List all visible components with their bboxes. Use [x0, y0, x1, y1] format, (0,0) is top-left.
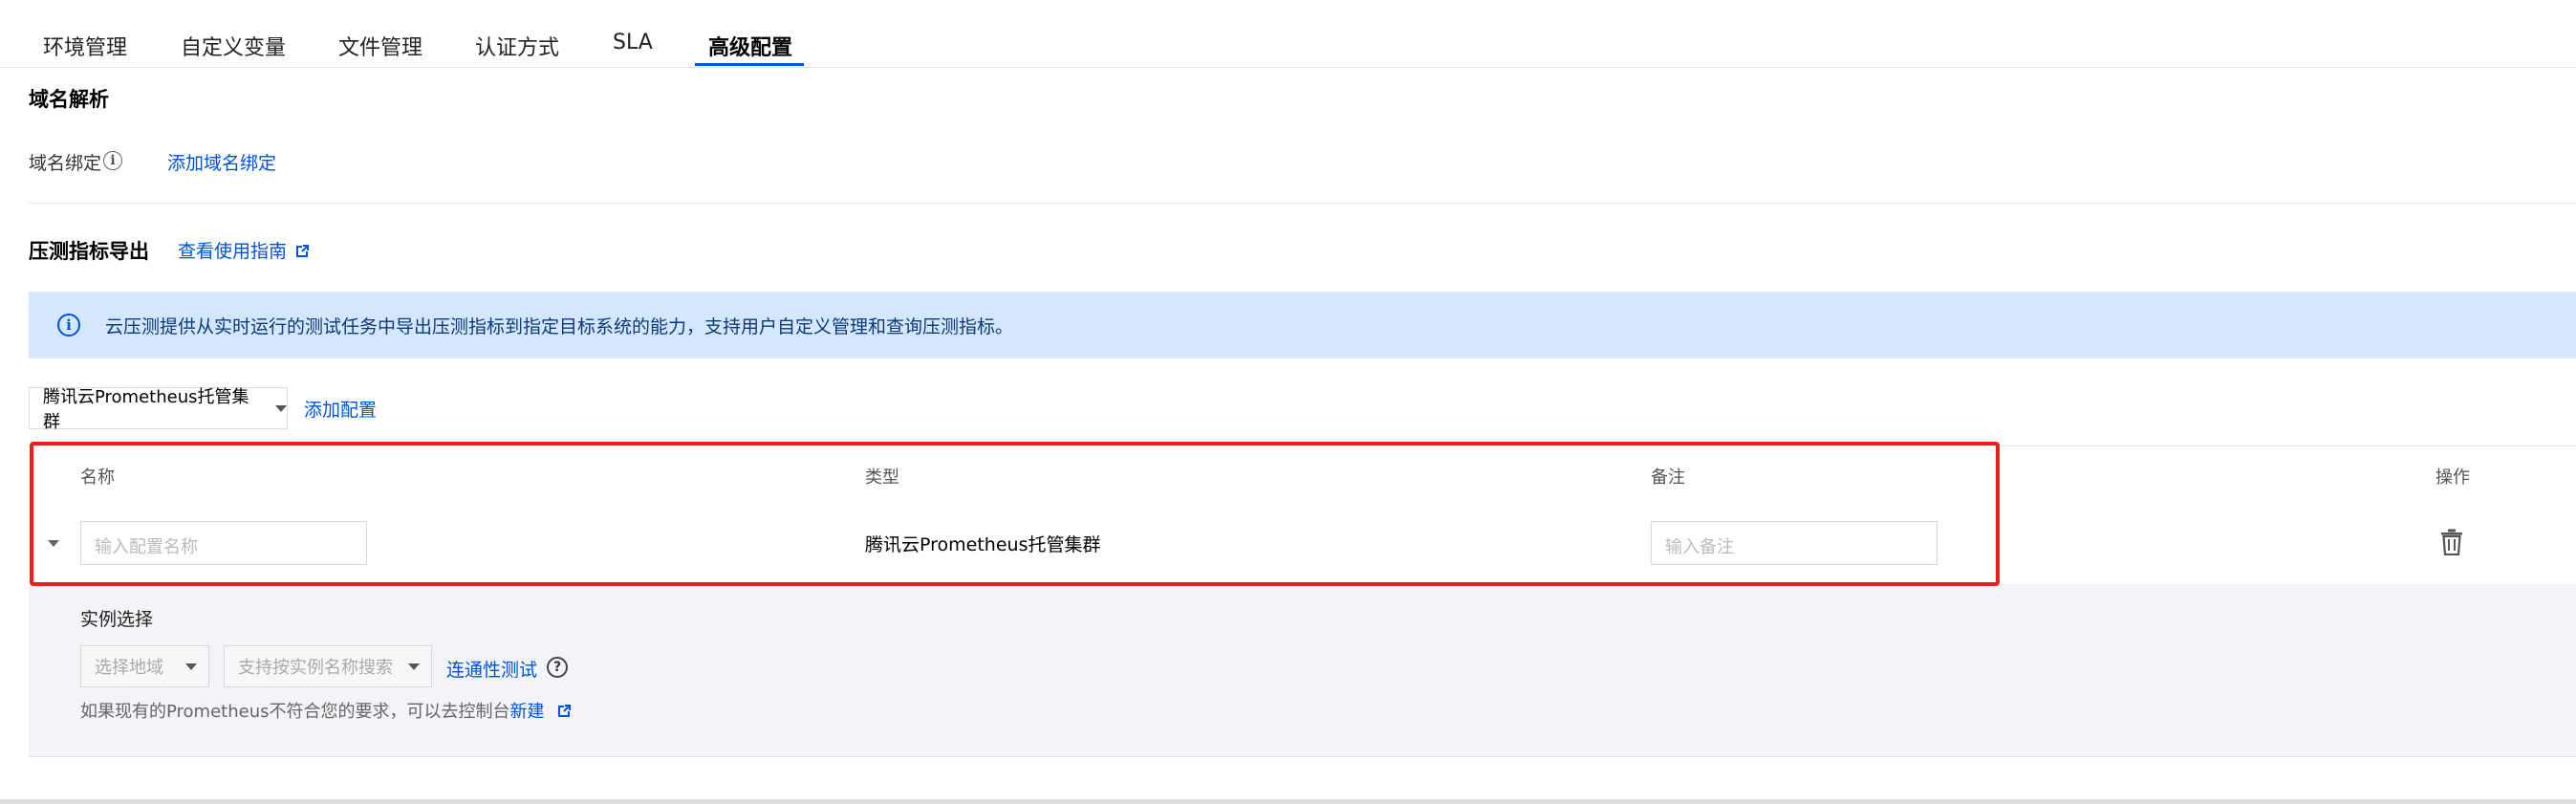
- instance-search-select[interactable]: 支持按实例名称搜索: [224, 645, 432, 687]
- usage-guide-label: 查看使用指南: [178, 241, 288, 262]
- column-header-name: 名称: [80, 467, 115, 488]
- add-domain-binding-link[interactable]: 添加域名绑定: [167, 149, 276, 175]
- alert-message: 云压测提供从实时运行的测试任务中导出压测指标到指定目标系统的能力，支持用户自定义…: [105, 316, 1014, 337]
- tab-auth-method[interactable]: 认证方式: [475, 31, 559, 61]
- note-input[interactable]: 输入备注: [1651, 521, 1937, 565]
- tab-env-management[interactable]: 环境管理: [43, 31, 127, 61]
- caret-down-icon: [185, 663, 197, 670]
- external-link-icon[interactable]: [556, 704, 572, 719]
- domain-binding-label: 域名绑定: [29, 153, 102, 174]
- metrics-export-title: 压测指标导出: [29, 240, 149, 263]
- region-select[interactable]: 选择地域: [80, 645, 209, 687]
- region-placeholder: 选择地域: [95, 658, 163, 678]
- caret-down-icon: [275, 404, 287, 412]
- row-type-value: 腾讯云Prometheus托管集群: [865, 534, 1101, 555]
- add-config-link[interactable]: 添加配置: [304, 396, 377, 422]
- trash-icon[interactable]: [2440, 529, 2463, 555]
- instance-selection-label: 实例选择: [80, 609, 154, 630]
- info-alert: i 云压测提供从实时运行的测试任务中导出压测指标到指定目标系统的能力，支持用户自…: [29, 292, 2576, 359]
- info-circle-icon[interactable]: i: [103, 151, 122, 170]
- tab-file-management[interactable]: 文件管理: [338, 31, 422, 61]
- external-link-icon: [296, 245, 310, 257]
- tab-bar: 环境管理 自定义变量 文件管理 认证方式 SLA 高级配置: [0, 0, 2576, 68]
- table-row: 输入配置名称 腾讯云Prometheus托管集群 输入备注: [29, 502, 2576, 585]
- create-new-link[interactable]: 新建: [510, 702, 545, 722]
- column-header-type: 类型: [865, 467, 899, 488]
- column-header-action: 操作: [2435, 467, 2470, 488]
- connectivity-test-link[interactable]: 连通性测试: [446, 656, 537, 682]
- bottom-border: [0, 799, 2576, 804]
- info-circle-icon: i: [57, 314, 80, 337]
- config-name-input[interactable]: 输入配置名称: [80, 521, 367, 565]
- usage-guide-link[interactable]: 查看使用指南: [178, 237, 310, 263]
- active-tab-indicator: [695, 63, 804, 66]
- question-circle-icon[interactable]: ?: [547, 657, 568, 678]
- caret-down-icon: [408, 663, 420, 670]
- table-header: 名称 类型 备注 操作: [29, 445, 2576, 503]
- hint-text: 如果现有的Prometheus不符合您的要求，可以去控制台: [80, 702, 510, 722]
- tab-advanced-config[interactable]: 高级配置: [708, 31, 792, 61]
- expanded-row-detail: 实例选择 选择地域 支持按实例名称搜索 连通性测试 ? 如果现有的Prometh…: [29, 584, 2576, 757]
- config-type-select[interactable]: 腾讯云Prometheus托管集群: [29, 387, 288, 432]
- section-divider: [29, 203, 2576, 204]
- column-header-note: 备注: [1651, 467, 1685, 488]
- instance-placeholder: 支持按实例名称搜索: [238, 658, 393, 678]
- domain-section-title: 域名解析: [29, 88, 109, 111]
- config-type-value: 腾讯云Prometheus托管集群: [43, 387, 249, 432]
- expand-caret-icon[interactable]: [48, 540, 59, 547]
- prometheus-hint: 如果现有的Prometheus不符合您的要求，可以去控制台新建: [80, 698, 572, 723]
- tab-custom-variables[interactable]: 自定义变量: [181, 31, 286, 61]
- tab-sla[interactable]: SLA: [613, 31, 653, 54]
